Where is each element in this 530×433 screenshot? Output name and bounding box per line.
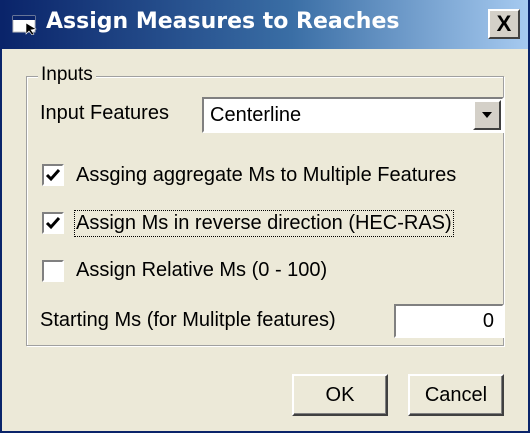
relative-ms-checkbox[interactable] bbox=[42, 260, 64, 282]
title-bar[interactable]: Assign Measures to Reaches X bbox=[2, 0, 528, 49]
cancel-button[interactable]: Cancel bbox=[408, 374, 504, 416]
relative-ms-label[interactable]: Assign Relative Ms (0 - 100) bbox=[76, 259, 327, 282]
aggregate-ms-checkbox[interactable] bbox=[42, 164, 64, 186]
checkmark-icon bbox=[45, 169, 61, 182]
inputs-group-label: Inputs bbox=[38, 64, 96, 86]
close-icon: X bbox=[496, 11, 512, 36]
input-features-select[interactable]: Centerline bbox=[202, 97, 504, 133]
dropdown-button[interactable] bbox=[473, 100, 501, 130]
assign-measures-dialog: Assign Measures to Reaches X Inputs Inpu… bbox=[0, 0, 530, 433]
starting-ms-input[interactable]: 0 bbox=[394, 304, 504, 338]
chevron-down-icon bbox=[482, 112, 492, 118]
input-features-label: Input Features bbox=[40, 102, 169, 124]
reverse-direction-checkbox[interactable] bbox=[42, 212, 64, 234]
window-title: Assign Measures to Reaches bbox=[46, 9, 400, 34]
checkmark-icon bbox=[45, 217, 61, 230]
close-button[interactable]: X bbox=[488, 9, 520, 39]
input-features-value: Centerline bbox=[210, 104, 302, 126]
app-window-icon bbox=[12, 15, 37, 35]
reverse-direction-label[interactable]: Assign Ms in reverse direction (HEC-RAS) bbox=[74, 210, 454, 237]
ok-button[interactable]: OK bbox=[292, 374, 388, 416]
aggregate-ms-label[interactable]: Assging aggregate Ms to Multiple Feature… bbox=[76, 164, 456, 187]
starting-ms-label: Starting Ms (for Mulitple features) bbox=[40, 309, 336, 331]
